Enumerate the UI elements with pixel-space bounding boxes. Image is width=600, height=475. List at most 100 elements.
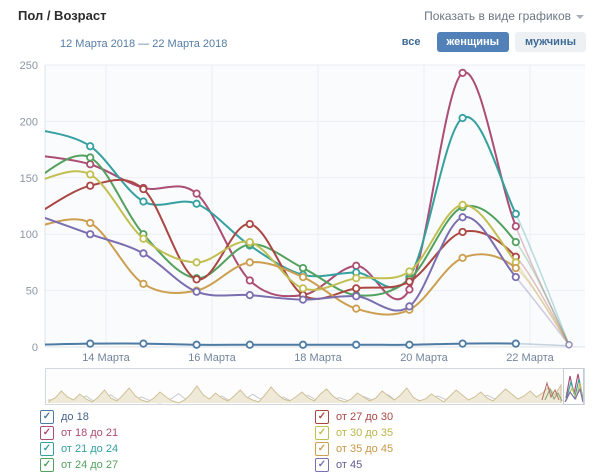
y-axis-tick: 100 [20, 229, 38, 241]
data-point-от-18-до-21[interactable] [193, 190, 199, 196]
data-point-от-27-до-30[interactable] [459, 229, 465, 235]
data-point-от-27-до-30[interactable] [353, 285, 359, 291]
legend-label-от-35-до-45: от 35 до 45 [336, 443, 393, 455]
data-point-last-от-45[interactable] [566, 342, 572, 348]
legend-item-от-18-до-21: ✓от 18 до 21 [40, 426, 118, 440]
gender-tabs: все женщинымужчины [392, 32, 586, 52]
timeline-minimap[interactable] [45, 368, 585, 405]
minimap-sparkline [46, 369, 584, 404]
data-point-от-21-до-24[interactable] [87, 143, 93, 149]
chart-area: 05010015020025014 Марта16 Марта18 Марта2… [0, 54, 600, 366]
data-point-от-45[interactable] [140, 250, 146, 256]
data-point-от-30-до-35[interactable] [193, 259, 199, 265]
legend-item-от-35-до-45: ✓ от 35 до 45 [315, 442, 393, 456]
view-mode-dropdown[interactable]: Показать в виде графиков [424, 9, 584, 23]
data-point-от-30-до-35[interactable] [87, 171, 93, 177]
page-title: Пол / Возраст [18, 8, 106, 23]
data-point-от-35-до-45[interactable] [247, 259, 253, 265]
data-point-от-18-до-21[interactable] [513, 223, 519, 229]
legend-label-до-18: до 18 [61, 411, 89, 423]
data-point-от-35-до-45[interactable] [513, 265, 519, 271]
data-point-от-27-до-30[interactable] [247, 221, 253, 227]
data-point-до-18[interactable] [513, 340, 519, 346]
legend-item-от-27-до-30: ✓ от 27 до 30 [315, 410, 393, 424]
data-point-от-27-до-30[interactable] [87, 182, 93, 188]
data-point-от-30-до-35[interactable] [140, 236, 146, 242]
data-point-от-18-до-21[interactable] [459, 70, 465, 76]
x-axis-label: 18 Марта [294, 352, 342, 364]
data-point-от-21-до-24[interactable] [513, 211, 519, 217]
data-point-от-30-до-35[interactable] [459, 202, 465, 208]
data-point-от-45[interactable] [300, 296, 306, 302]
y-axis-tick: 0 [32, 342, 38, 354]
legend-label-от-21-до-24: от 21 до 24 [61, 443, 118, 455]
data-point-от-18-до-21[interactable] [406, 286, 412, 292]
data-point-до-18[interactable] [459, 340, 465, 346]
data-point-от-45[interactable] [247, 292, 253, 298]
tab-женщины[interactable]: женщины [437, 32, 510, 52]
data-point-от-30-до-35[interactable] [406, 268, 412, 274]
data-point-от-35-до-45[interactable] [300, 274, 306, 280]
age-lines-chart[interactable]: 05010015020025014 Марта16 Марта18 Марта2… [0, 54, 600, 366]
data-point-от-30-до-35[interactable] [353, 275, 359, 281]
data-point-до-18[interactable] [87, 340, 93, 346]
gender-age-stats-widget: Пол / Возраст Показать в виде графиков 1… [0, 0, 600, 475]
data-point-от-24-до-27[interactable] [300, 265, 306, 271]
data-point-от-24-до-27[interactable] [513, 239, 519, 245]
data-point-до-18[interactable] [406, 342, 412, 348]
data-point-от-45[interactable] [353, 293, 359, 299]
minimap-handle[interactable] [563, 368, 584, 405]
data-point-от-27-до-30[interactable] [406, 278, 412, 284]
data-point-от-21-до-24[interactable] [459, 115, 465, 121]
data-point-от-35-до-45[interactable] [353, 305, 359, 311]
legend-checkbox-от-35-до-45[interactable]: ✓ [315, 442, 329, 456]
data-point-до-18[interactable] [140, 340, 146, 346]
legend-checkbox-от-45[interactable]: ✓ [315, 458, 329, 472]
legend-checkbox-до-18[interactable]: ✓ [40, 410, 54, 424]
y-axis-tick: 200 [20, 116, 38, 128]
data-point-до-18[interactable] [193, 342, 199, 348]
legend-checkbox-от-30-до-35[interactable]: ✓ [315, 426, 329, 440]
data-point-от-35-до-45[interactable] [140, 281, 146, 287]
data-point-от-21-до-24[interactable] [193, 201, 199, 207]
legend-label-от-27-до-30: от 27 до 30 [336, 411, 393, 423]
data-point-от-45[interactable] [459, 214, 465, 220]
data-point-от-45[interactable] [193, 289, 199, 295]
legend-item-от-45: ✓ от 45 [315, 458, 362, 472]
data-point-от-27-до-30[interactable] [140, 186, 146, 192]
legend-item-от-30-до-35: ✓ от 30 до 35 [315, 426, 393, 440]
legend-checkbox-от-27-до-30[interactable]: ✓ [315, 410, 329, 424]
chevron-down-icon [576, 15, 584, 19]
data-point-от-18-до-21[interactable] [353, 263, 359, 269]
legend-checkbox-от-24-до-27[interactable]: ✓ [40, 458, 54, 472]
data-point-до-18[interactable] [247, 342, 253, 348]
tab-все[interactable]: все [392, 32, 431, 52]
data-point-от-45[interactable] [513, 274, 519, 280]
data-point-от-45[interactable] [87, 231, 93, 237]
minimap-tail-sparkline [564, 369, 583, 404]
data-point-от-27-до-30[interactable] [193, 276, 199, 282]
x-axis-label: 14 Марта [82, 352, 130, 364]
data-point-от-21-до-24[interactable] [140, 198, 146, 204]
data-point-от-35-до-45[interactable] [87, 220, 93, 226]
data-point-от-30-до-35[interactable] [247, 239, 253, 245]
tab-мужчины[interactable]: мужчины [515, 32, 586, 52]
data-point-от-24-до-27[interactable] [87, 154, 93, 160]
legend-checkbox-от-18-до-21[interactable]: ✓ [40, 426, 54, 440]
minimap-spikes [49, 385, 561, 403]
x-axis-label: 16 Марта [188, 352, 236, 364]
legend-label-от-45: от 45 [336, 459, 362, 471]
data-point-от-18-до-21[interactable] [87, 161, 93, 167]
data-point-от-45[interactable] [406, 303, 412, 309]
legend-item-от-24-до-27: ✓ от 24 до 27 [40, 458, 118, 472]
legend-item-до-18: ✓ до 18 [40, 410, 89, 424]
legend-label-от-24-до-27: от 24 до 27 [61, 459, 118, 471]
legend-label-от-30-до-35: от 30 до 35 [336, 427, 393, 439]
data-point-от-18-до-21[interactable] [247, 277, 253, 283]
data-point-до-18[interactable] [353, 342, 359, 348]
legend-item-от-21-до-24: ✓ от 21 до 24 [40, 442, 118, 456]
legend-checkbox-от-21-до-24[interactable]: ✓ [40, 442, 54, 456]
data-point-от-30-до-35[interactable] [300, 285, 306, 291]
data-point-от-35-до-45[interactable] [459, 255, 465, 261]
data-point-до-18[interactable] [300, 342, 306, 348]
